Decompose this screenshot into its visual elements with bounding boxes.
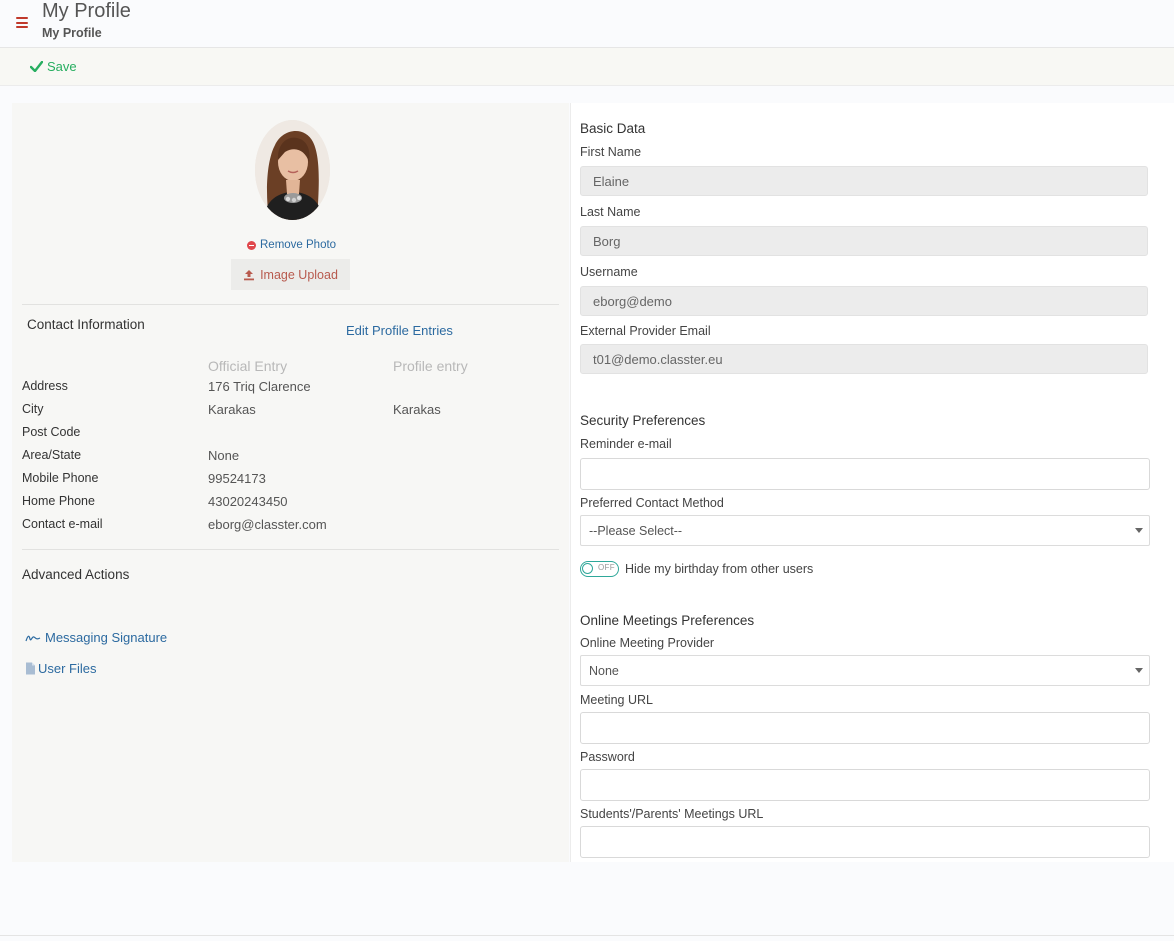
post-code-label: Post Code [22, 425, 81, 439]
remove-icon [247, 240, 256, 250]
reminder-email-label: Reminder e-mail [580, 437, 672, 451]
contact-email-label: Contact e-mail [22, 517, 103, 531]
preferred-contact-method-label: Preferred Contact Method [580, 496, 724, 510]
contact-information-title: Contact Information [27, 317, 145, 332]
hamburger-icon[interactable] [16, 17, 28, 28]
mobile-phone-label: Mobile Phone [22, 471, 99, 485]
avatar [255, 120, 330, 220]
breadcrumb: My Profile [42, 26, 102, 40]
external-email-label: External Provider Email [580, 324, 711, 338]
home-phone-official: 43020243450 [208, 494, 288, 509]
username-field[interactable] [580, 286, 1148, 316]
page-title: My Profile [42, 0, 131, 22]
advanced-actions-title: Advanced Actions [22, 567, 130, 582]
page-header: My Profile My Profile [0, 0, 1174, 48]
user-files-label: User Files [38, 661, 97, 676]
remove-photo-label: Remove Photo [260, 239, 337, 251]
last-name-label: Last Name [580, 205, 641, 219]
save-button[interactable]: Save [30, 59, 77, 74]
preferred-contact-method-value: --Please Select-- [589, 523, 683, 538]
meeting-url-field[interactable] [580, 712, 1150, 744]
password-label: Password [580, 750, 635, 764]
students-meetings-url-label: Students'/Parents' Meetings URL [580, 807, 764, 821]
image-upload-button[interactable]: Image Upload [231, 259, 350, 290]
city-profile: Karakas [393, 402, 441, 417]
first-name-label: First Name [580, 145, 642, 159]
password-field[interactable] [580, 769, 1150, 801]
hide-birthday-label: Hide my birthday from other users [625, 562, 814, 576]
city-official: Karakas [208, 402, 256, 417]
divider [22, 549, 559, 550]
preferred-contact-method-select[interactable]: --Please Select-- [580, 515, 1150, 546]
meeting-provider-value: None [589, 663, 619, 678]
chevron-down-icon [1135, 668, 1143, 673]
edit-profile-entries-link[interactable]: Edit Profile Entries [346, 323, 453, 338]
check-icon [30, 61, 43, 72]
signature-icon [25, 635, 41, 641]
mobile-phone-official: 99524173 [208, 471, 266, 486]
profile-entry-header: Profile entry [393, 358, 468, 374]
first-name-field[interactable] [580, 166, 1148, 196]
address-label: Address [22, 379, 68, 393]
meeting-provider-label: Online Meeting Provider [580, 636, 715, 650]
upload-icon [244, 269, 255, 280]
remove-photo-link[interactable]: Remove Photo [247, 239, 336, 251]
home-phone-label: Home Phone [22, 494, 95, 508]
last-name-field[interactable] [580, 226, 1148, 256]
profile-page: My Profile My Profile Save Remove Photo … [0, 0, 1174, 941]
reminder-email-field[interactable] [580, 458, 1150, 490]
basic-data-title: Basic Data [580, 121, 646, 136]
save-label: Save [47, 59, 77, 74]
meeting-url-label: Meeting URL [580, 693, 653, 707]
toggle-state: OFF [598, 563, 615, 572]
area-state-label: Area/State [22, 448, 82, 462]
online-meetings-title: Online Meetings Preferences [580, 613, 755, 628]
user-files-link[interactable]: User Files [25, 661, 97, 676]
image-upload-label: Image Upload [260, 267, 338, 282]
city-label: City [22, 402, 44, 416]
file-icon [26, 662, 35, 675]
chevron-down-icon [1135, 528, 1143, 533]
security-preferences-title: Security Preferences [580, 413, 706, 428]
divider [0, 935, 1174, 936]
messaging-signature-link[interactable]: Messaging Signature [25, 630, 167, 645]
meeting-provider-select[interactable]: None [580, 655, 1150, 686]
address-official: 176 Triq Clarence [208, 379, 311, 394]
toolbar: Save [0, 48, 1174, 86]
hide-birthday-toggle[interactable]: OFF [580, 561, 619, 577]
area-state-official: None [208, 448, 240, 463]
students-meetings-url-field[interactable] [580, 826, 1150, 858]
toggle-knob [582, 563, 593, 574]
right-panel: Basic Data First Name Last Name Username… [570, 103, 1174, 862]
divider [22, 304, 559, 305]
left-panel: Remove Photo Image Upload Contact Inform… [12, 103, 569, 862]
username-label: Username [580, 265, 638, 279]
contact-email-official: eborg@classter.com [208, 517, 327, 532]
official-entry-header: Official Entry [208, 358, 288, 374]
messaging-signature-label: Messaging Signature [45, 630, 168, 645]
external-email-field[interactable] [580, 344, 1148, 374]
